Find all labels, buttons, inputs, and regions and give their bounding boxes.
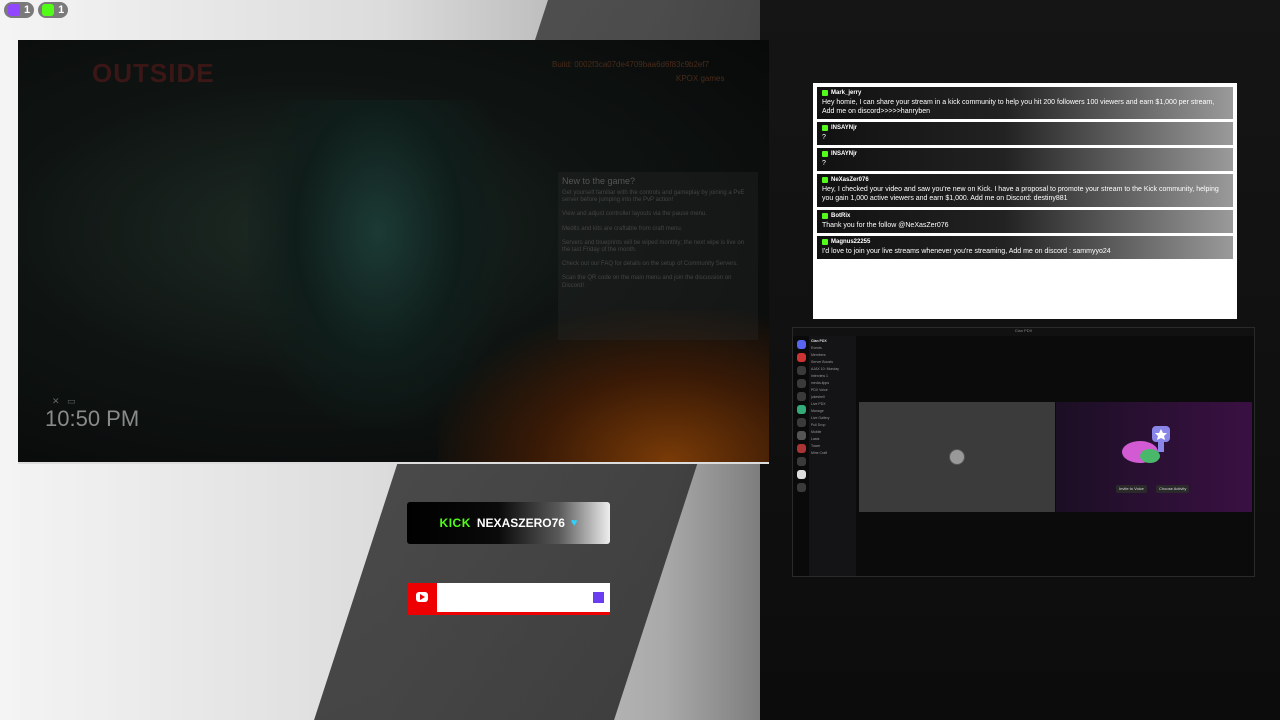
- channel-item[interactable]: Server Boosts: [811, 359, 854, 366]
- kick-user-icon: [822, 90, 828, 96]
- chat-message: Magnus22255 I'd love to join your live s…: [817, 235, 1233, 259]
- youtube-banner: [407, 583, 610, 615]
- chat-text: ?: [822, 134, 826, 142]
- chat-username: INSAYNjr: [831, 125, 858, 132]
- chat-message: BotRix Thank you for the follow @NeXasZe…: [817, 209, 1233, 233]
- channel-item[interactable]: AJAX 10: Monday: [811, 366, 854, 373]
- channel-item[interactable]: Interview 1: [811, 373, 854, 380]
- chat-username: INSAYNjr: [831, 151, 858, 158]
- server-icon[interactable]: [796, 418, 806, 427]
- channel-item[interactable]: Events: [811, 345, 854, 352]
- channel-item[interactable]: Live PDX: [811, 401, 854, 408]
- twitch-badge: 1: [4, 2, 35, 18]
- channel-item[interactable]: Mine Craft: [811, 450, 854, 457]
- chat-text: Hey, I checked your video and saw you're…: [822, 186, 1219, 203]
- chat-text: ?: [822, 160, 826, 168]
- discord-server-rail: [793, 336, 809, 576]
- game-logo: OUTSIDE: [92, 58, 215, 88]
- purple-square-icon: [593, 592, 604, 603]
- game-info-title: New to the game?: [562, 176, 636, 186]
- chat-overlay: Mark_jerry Hey homie, I can share your s…: [813, 83, 1237, 319]
- server-icon[interactable]: [796, 444, 806, 453]
- trophy-icon: [1122, 426, 1170, 463]
- channel-item[interactable]: Live Gallery: [811, 415, 854, 422]
- mic-muted-icon: ✕: [52, 396, 60, 406]
- choose-activity-button[interactable]: Choose Activity: [1156, 485, 1190, 493]
- channel-item[interactable]: Mobile: [811, 429, 854, 436]
- twitch-icon: [8, 4, 20, 16]
- game-capture: OUTSIDE Build: 0002f3ca07de4709baa6d6f83…: [18, 40, 769, 464]
- youtube-logo-block: [407, 583, 437, 612]
- game-info-line: Servers and blueprints will be wiped mon…: [562, 239, 745, 253]
- chat-message: INSAYNjr ?: [817, 148, 1233, 172]
- discord-channel-list: Clan PDX Events Members Server Boosts AJ…: [809, 336, 856, 576]
- channel-item[interactable]: Lasts: [811, 436, 854, 443]
- kick-logo: KICK: [439, 516, 471, 530]
- game-info-line: Scan the QR code on the main menu and jo…: [562, 275, 732, 289]
- chat-text: Hey homie, I can share your stream in a …: [822, 99, 1215, 116]
- channel-item[interactable]: Manage: [811, 408, 854, 415]
- chat-username: NeXasZer076: [831, 177, 869, 184]
- heart-icon: ♥: [570, 517, 578, 529]
- server-icon[interactable]: [796, 392, 806, 401]
- discord-activity-panel: Invite to Voice Choose Activity: [1056, 402, 1252, 512]
- kick-channel-name: NEXASZERO76: [476, 516, 565, 530]
- channel-item[interactable]: PDX Voice: [811, 387, 854, 394]
- server-icon[interactable]: [796, 405, 806, 414]
- chat-text: I'd love to join your live streams whene…: [822, 247, 1111, 255]
- game-studio: KPOX games: [676, 74, 725, 83]
- server-icon[interactable]: [796, 366, 806, 375]
- game-info-line: Get yourself familiar with the controls …: [562, 190, 745, 204]
- platform-badges: 1 1: [4, 2, 69, 18]
- server-icon[interactable]: [796, 431, 806, 440]
- game-info-line: Medits and kits are craftable from craft…: [562, 225, 683, 232]
- chat-text: Thank you for the follow @NeXasZer076: [822, 221, 949, 229]
- avatar[interactable]: [949, 449, 965, 465]
- kick-user-icon: [822, 177, 828, 184]
- game-clock: 10:50 PM: [45, 406, 140, 431]
- kick-user-icon: [822, 238, 828, 245]
- chat-username: Mark_jerry: [831, 90, 862, 96]
- channel-item[interactable]: jukeshell: [811, 394, 854, 401]
- kick-user-icon: [822, 125, 828, 132]
- server-icon[interactable]: [796, 379, 806, 388]
- server-icon[interactable]: [796, 457, 806, 466]
- kick-icon: [42, 4, 55, 16]
- discord-window: Clan PDX Clan PDX Events Members Server …: [792, 327, 1255, 577]
- channel-item[interactable]: Members: [811, 352, 854, 359]
- chat-message: NeXasZer076 Hey, I checked your video an…: [817, 174, 1233, 207]
- server-icon[interactable]: [796, 470, 806, 479]
- battery-icon: ▭: [67, 396, 76, 406]
- discord-server-name[interactable]: Clan PDX: [811, 338, 854, 345]
- kick-count: 1: [58, 4, 65, 16]
- youtube-icon: [416, 592, 428, 602]
- discord-voice-stage[interactable]: [859, 402, 1055, 512]
- kick-banner: KICK NEXASZERO76 ♥: [407, 502, 610, 544]
- discord-title-bar: Clan PDX: [793, 328, 1254, 336]
- channel-item[interactable]: media-tipps: [811, 380, 854, 387]
- channel-item[interactable]: Pull Drop: [811, 422, 854, 429]
- kick-user-icon: [822, 151, 828, 158]
- chat-username: Magnus22255: [831, 238, 871, 245]
- chat-message: Mark_jerry Hey homie, I can share your s…: [817, 87, 1233, 120]
- invite-to-voice-button[interactable]: Invite to Voice: [1116, 485, 1147, 493]
- server-icon[interactable]: [796, 483, 806, 492]
- kick-badge: 1: [38, 2, 69, 18]
- twitch-count: 1: [24, 4, 31, 16]
- game-info-line: View and adjust controller layouts via t…: [562, 211, 707, 218]
- server-icon[interactable]: [796, 353, 806, 362]
- channel-item[interactable]: Tower: [811, 443, 854, 450]
- chat-message: INSAYNjr ?: [817, 122, 1233, 146]
- server-icon[interactable]: [796, 340, 806, 349]
- kick-user-icon: [822, 212, 828, 219]
- chat-username: BotRix: [831, 212, 851, 219]
- game-info-line: Check out our FAQ for details on the set…: [562, 261, 739, 268]
- game-info-panel: New to the game? Get yourself familiar w…: [558, 172, 758, 340]
- game-build-id: Build: 0002f3ca07de4709baa6d6f83c9b2ef7: [552, 60, 710, 69]
